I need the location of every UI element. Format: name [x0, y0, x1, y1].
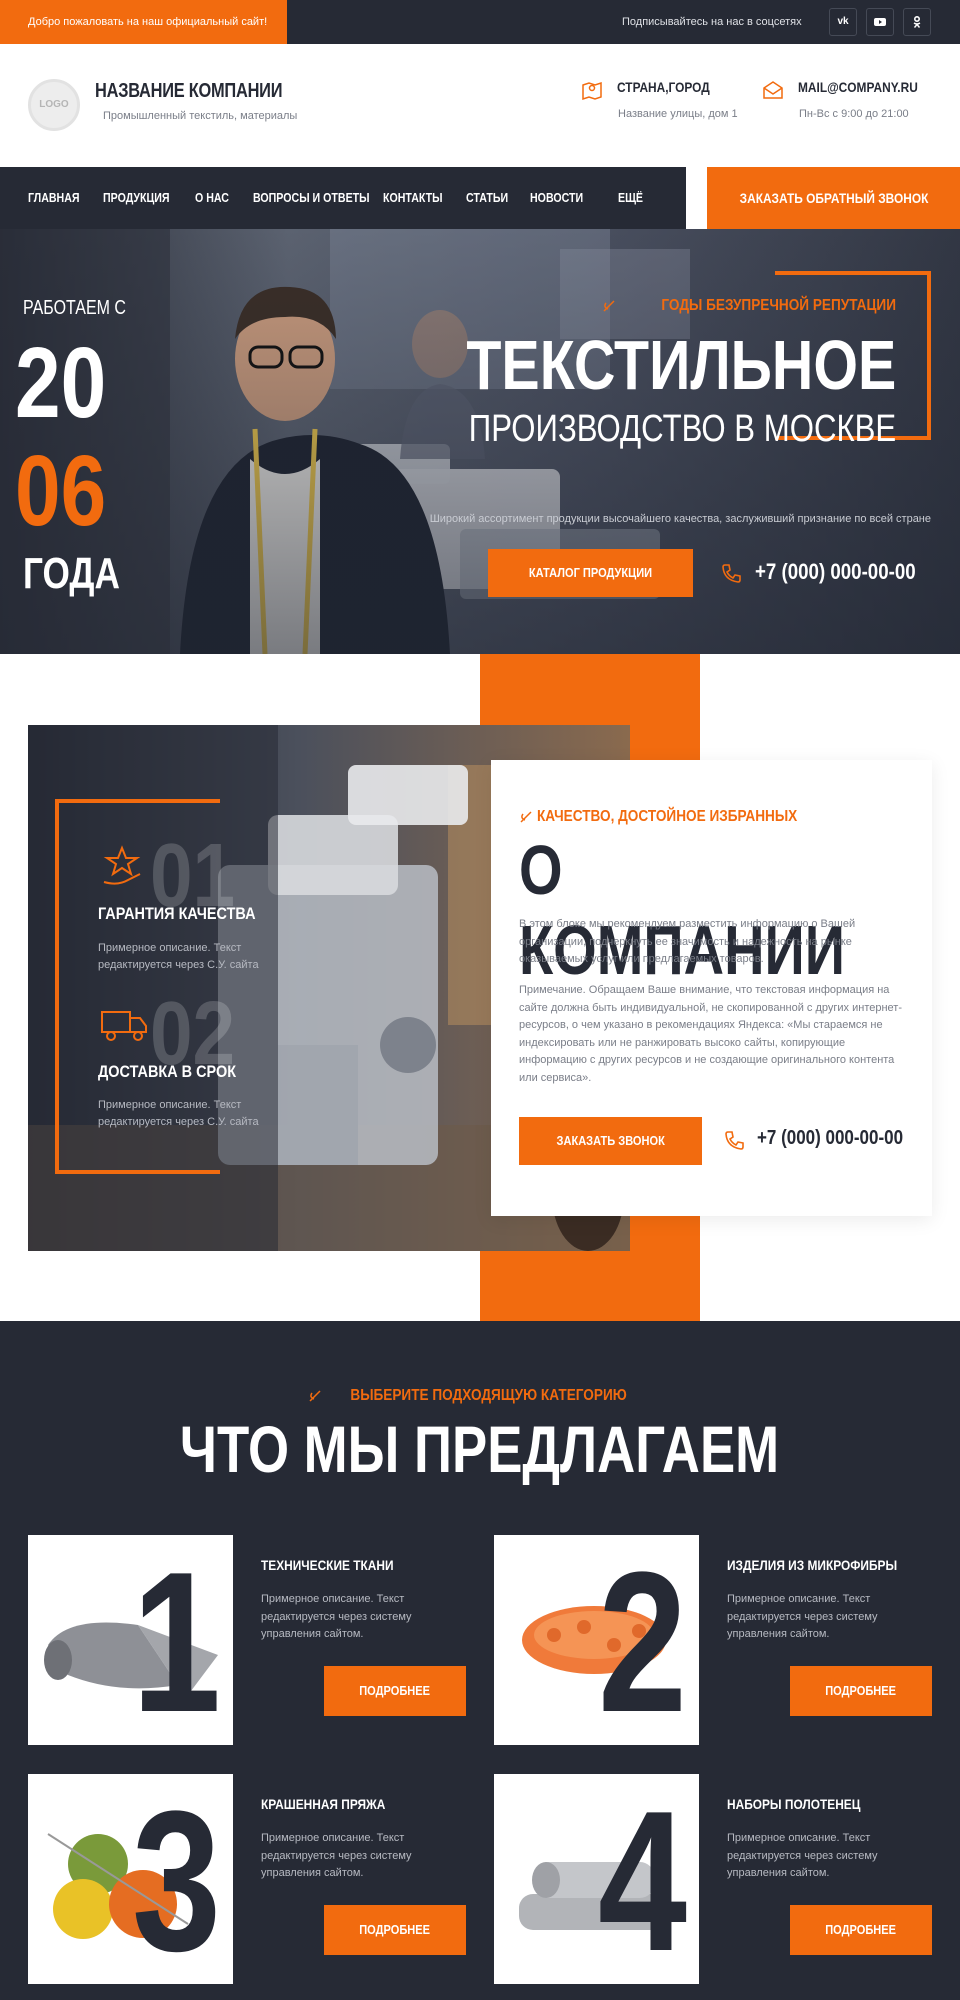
- company-name: НАЗВАНИЕ КОМПАНИИ: [95, 80, 283, 102]
- follow-us-label: Подписывайтесь на нас в соцсетях: [622, 16, 802, 28]
- company-tagline: Промышленный текстиль, материалы: [103, 110, 298, 122]
- nav-item-articles[interactable]: СТАТЬИ: [466, 167, 508, 229]
- catalog-button-label: КАТАЛОГ ПРОДУКЦИИ: [528, 565, 653, 580]
- delivery-truck-icon: [101, 1011, 147, 1041]
- quality-star-icon: [103, 845, 141, 885]
- nav-item-more[interactable]: ЕЩЁ: [618, 167, 643, 229]
- hero-title-line-2: ПРОИЗВОДСТВО В МОСКВЕ: [468, 408, 896, 450]
- catalog-button[interactable]: КАТАЛОГ ПРОДУКЦИИ: [488, 549, 693, 597]
- offer-number-4: 4: [597, 1774, 687, 1984]
- offer-more-label-3: ПОДРОБНЕЕ: [359, 1922, 431, 1937]
- offer-more-button-4[interactable]: ПОДРОБНЕЕ: [790, 1905, 932, 1955]
- offer-title-4: НАБОРЫ ПОЛОТЕНЕЦ: [727, 1796, 861, 1812]
- offer-image-3: 3: [28, 1774, 233, 1984]
- mail-icon: [763, 81, 783, 99]
- offer-image-4: 4: [494, 1774, 699, 1984]
- offer-image-2: 2: [494, 1535, 699, 1745]
- offer-card-3: 3 КРАШЕННАЯ ПРЯЖА Примерное описание. Те…: [28, 1774, 468, 1984]
- offer-more-button-3[interactable]: ПОДРОБНЕЕ: [324, 1905, 466, 1955]
- offer-more-label-2: ПОДРОБНЕЕ: [825, 1683, 897, 1698]
- about-card: КАЧЕСТВО, ДОСТОЙНОЕ ИЗБРАННЫХ О КОМПАНИИ…: [491, 760, 932, 1216]
- offer-more-button-1[interactable]: ПОДРОБНЕЕ: [324, 1666, 466, 1716]
- feature-description-1: Примерное описание. Текст редактируется …: [98, 942, 259, 971]
- about-section: 01 ГАРАНТИЯ КАЧЕСТВА Примерное описание.…: [0, 654, 960, 1321]
- order-call-button[interactable]: ЗАКАЗАТЬ ЗВОНОК: [519, 1117, 702, 1165]
- needle-icon: [520, 811, 532, 823]
- site-header: LOGO НАЗВАНИЕ КОМПАНИИ Промышленный текс…: [0, 44, 960, 167]
- address-subtitle: Название улицы, дом 1: [618, 108, 738, 120]
- feature-title-2: ДОСТАВКА В СРОК: [98, 1062, 237, 1081]
- hero-description: Широкий ассортимент продукции высочайшег…: [429, 513, 931, 525]
- offer-number-3: 3: [131, 1774, 221, 1984]
- offer-number-2: 2: [597, 1535, 687, 1745]
- offer-image-1: 1: [28, 1535, 233, 1745]
- feature-title-1: ГАРАНТИЯ КАЧЕСТВА: [98, 904, 256, 923]
- offer-number-1: 1: [131, 1535, 221, 1745]
- offer-description-1: Примерное описание. Текст редактируется …: [261, 1593, 412, 1640]
- reputation-label: ГОДЫ БЕЗУПРЕЧНОЙ РЕПУТАЦИИ: [602, 297, 896, 315]
- about-phone[interactable]: +7 (000) 000-00-00: [757, 1127, 903, 1150]
- top-bar: Добро пожаловать на наш официальный сайт…: [0, 0, 960, 44]
- year-part-1: 20: [15, 327, 107, 439]
- callback-button[interactable]: ЗАКАЗАТЬ ОБРАТНЫЙ ЗВОНОК: [707, 167, 960, 229]
- nav-item-home[interactable]: ГЛАВНАЯ: [28, 167, 80, 229]
- offer-card-1: 1 ТЕХНИЧЕСКИЕ ТКАНИ Примерное описание. …: [28, 1535, 468, 1745]
- years-word: ГОДА: [23, 549, 120, 598]
- about-subtitle: КАЧЕСТВО, ДОСТОЙНОЕ ИЗБРАННЫХ: [519, 808, 843, 826]
- offer-description-4: Примерное описание. Текст редактируется …: [727, 1832, 878, 1879]
- email-title[interactable]: MAIL@COMPANY.RU: [798, 79, 918, 95]
- offer-more-button-2[interactable]: ПОДРОБНЕЕ: [790, 1666, 932, 1716]
- offers-section: ВЫБЕРИТЕ ПОДХОДЯЩУЮ КАТЕГОРИЮ ЧТО МЫ ПРЕ…: [0, 1321, 960, 2000]
- offer-description-2: Примерное описание. Текст редактируется …: [727, 1593, 878, 1640]
- offers-title: ЧТО МЫ ПРЕДЛАГАЕМ: [0, 1409, 960, 1489]
- callback-button-label: ЗАКАЗАТЬ ОБРАТНЫЙ ЗВОНОК: [739, 190, 928, 206]
- hero-section: РАБОТАЕМ С 20 06 ГОДА ГОДЫ БЕЗУПРЕЧНОЙ Р…: [0, 229, 960, 654]
- year-part-2: 06: [15, 435, 107, 547]
- youtube-icon[interactable]: [866, 8, 894, 36]
- vk-icon[interactable]: vk: [829, 8, 857, 36]
- offer-card-2: 2 ИЗДЕЛИЯ ИЗ МИКРОФИБРЫ Примерное описан…: [494, 1535, 934, 1745]
- offers-subtitle: ВЫБЕРИТЕ ПОДХОДЯЩУЮ КАТЕГОРИЮ: [0, 1387, 960, 1408]
- phone-icon: [725, 1131, 744, 1150]
- working-since-label: РАБОТАЕМ С: [23, 297, 126, 319]
- main-navigation: ГЛАВНАЯ ПРОДУКЦИЯ О НАС ВОПРОСЫ И ОТВЕТЫ…: [0, 167, 686, 229]
- nav-item-products[interactable]: ПРОДУКЦИЯ: [103, 167, 170, 229]
- nav-item-about[interactable]: О НАС: [195, 167, 229, 229]
- nav-item-faq[interactable]: ВОПРОСЫ И ОТВЕТЫ: [253, 167, 370, 229]
- feature-description-2: Примерное описание. Текст редактируется …: [98, 1099, 259, 1128]
- offer-title-1: ТЕХНИЧЕСКИЕ ТКАНИ: [261, 1557, 394, 1573]
- offer-title-2: ИЗДЕЛИЯ ИЗ МИКРОФИБРЫ: [727, 1557, 898, 1573]
- about-text-2: Примечание. Обращаем Ваше внимание, что …: [519, 984, 903, 1084]
- offer-more-label-4: ПОДРОБНЕЕ: [825, 1922, 897, 1937]
- offer-title-3: КРАШЕННАЯ ПРЯЖА: [261, 1796, 386, 1812]
- address-title: СТРАНА,ГОРОД: [617, 79, 710, 95]
- odnoklassniki-icon[interactable]: [903, 8, 931, 36]
- offer-more-label-1: ПОДРОБНЕЕ: [359, 1683, 431, 1698]
- offers-title-text: ЧТО МЫ ПРЕДЛАГАЕМ: [180, 1412, 780, 1486]
- needle-icon: [309, 1390, 321, 1402]
- about-text-1: В этом блоке мы рекомендуем разместить и…: [519, 918, 856, 965]
- nav-item-news[interactable]: НОВОСТИ: [530, 167, 583, 229]
- reputation-text: ГОДЫ БЕЗУПРЕЧНОЙ РЕПУТАЦИИ: [661, 297, 896, 314]
- company-logo[interactable]: LOGO: [28, 79, 80, 131]
- work-hours: Пн-Вс с 9:00 до 21:00: [799, 108, 909, 120]
- nav-item-contacts[interactable]: КОНТАКТЫ: [383, 167, 443, 229]
- offers-subtitle-text: ВЫБЕРИТЕ ПОДХОДЯЩУЮ КАТЕГОРИЮ: [350, 1387, 628, 1404]
- phone-icon: [722, 564, 741, 583]
- hero-phone[interactable]: +7 (000) 000-00-00: [755, 559, 916, 585]
- map-icon: [582, 81, 602, 101]
- needle-icon: [603, 300, 615, 312]
- hero-title-line-1: ТЕКСТИЛЬНОЕ: [466, 326, 896, 404]
- about-subtitle-text: КАЧЕСТВО, ДОСТОЙНОЕ ИЗБРАННЫХ: [537, 808, 798, 825]
- order-call-button-label: ЗАКАЗАТЬ ЗВОНОК: [556, 1133, 665, 1148]
- offer-description-3: Примерное описание. Текст редактируется …: [261, 1832, 412, 1879]
- welcome-message: Добро пожаловать на наш официальный сайт…: [0, 0, 287, 44]
- offer-card-4: 4 НАБОРЫ ПОЛОТЕНЕЦ Примерное описание. Т…: [494, 1774, 934, 1984]
